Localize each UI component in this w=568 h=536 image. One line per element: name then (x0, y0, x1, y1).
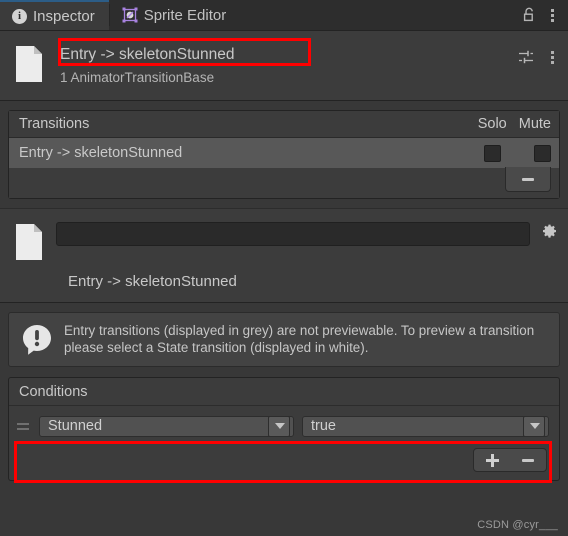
condition-value-label: true (311, 418, 336, 434)
tab-inspector[interactable]: i Inspector (0, 0, 109, 30)
transitions-title: Transitions (19, 116, 90, 132)
kebab-menu-icon[interactable] (546, 7, 558, 23)
inspector-window: i Inspector Sprite Editor Entry -> skele… (0, 0, 568, 536)
minus-icon (522, 458, 534, 462)
tab-bar-actions (522, 0, 568, 30)
add-condition-button[interactable] (474, 449, 510, 471)
object-header-texts: Entry -> skeletonStunned 1 AnimatorTrans… (56, 41, 238, 85)
unlocked-padlock-icon[interactable] (522, 7, 536, 23)
helpbox-message: Entry transitions (displayed in grey) ar… (64, 323, 535, 355)
sprite-editor-icon (122, 7, 138, 23)
tab-bar: i Inspector Sprite Editor (0, 0, 568, 31)
preset-sliders-icon[interactable] (518, 49, 534, 65)
minus-icon (522, 177, 534, 181)
chevron-down-icon (523, 415, 545, 437)
transition-display-name: Entry -> skeletonStunned (68, 273, 237, 290)
condition-parameter-label: Stunned (48, 418, 103, 434)
conditions-title: Conditions (19, 383, 88, 400)
table-row[interactable]: Entry -> skeletonStunned (9, 138, 559, 168)
tab-sprite-editor[interactable]: Sprite Editor (110, 0, 241, 30)
document-page-icon (14, 223, 44, 261)
condition-row: Stunned true (9, 406, 559, 446)
info-bubble-icon (20, 323, 54, 357)
page-title: Entry -> skeletonStunned (60, 46, 235, 63)
object-header-actions (518, 41, 558, 65)
transition-preview-block: Entry -> skeletonStunned (0, 208, 568, 303)
chevron-down-icon (268, 415, 290, 437)
mute-checkbox[interactable] (534, 144, 551, 162)
object-type-label: 1 AnimatorTransitionBase (60, 70, 215, 85)
transitions-footer (9, 167, 559, 198)
remove-transition-button[interactable] (505, 167, 551, 192)
condition-parameter-dropdown[interactable]: Stunned (39, 415, 294, 437)
info-icon: i (12, 8, 27, 24)
column-solo: Solo (477, 116, 507, 132)
remove-condition-button[interactable] (510, 449, 546, 471)
solo-checkbox[interactable] (484, 144, 501, 162)
conditions-footer (9, 446, 559, 480)
condition-value-dropdown[interactable]: true (302, 415, 549, 437)
transition-name-input[interactable] (56, 222, 530, 246)
kebab-menu-icon[interactable] (546, 49, 558, 65)
document-page-icon (14, 45, 44, 83)
tab-sprite-editor-label: Sprite Editor (143, 6, 227, 24)
condition-add-remove-group (473, 448, 547, 472)
gear-icon[interactable] (542, 223, 558, 239)
helpbox: Entry transitions (displayed in grey) ar… (8, 312, 560, 367)
plus-icon (485, 453, 499, 467)
watermark: CSDN @cyr___ (477, 519, 558, 531)
tab-inspector-label: Inspector (33, 7, 95, 25)
transition-row-label: Entry -> skeletonStunned (19, 145, 183, 161)
object-header: Entry -> skeletonStunned 1 AnimatorTrans… (0, 31, 568, 101)
transition-name-row (14, 219, 558, 261)
column-mute: Mute (518, 116, 551, 132)
drag-handle-icon[interactable] (17, 419, 29, 433)
transitions-panel: Transitions Solo Mute Entry -> skeletonS… (8, 110, 560, 199)
conditions-header: Conditions (9, 378, 559, 406)
transitions-header: Transitions Solo Mute (9, 111, 559, 138)
conditions-panel: Conditions Stunned true (8, 377, 560, 481)
